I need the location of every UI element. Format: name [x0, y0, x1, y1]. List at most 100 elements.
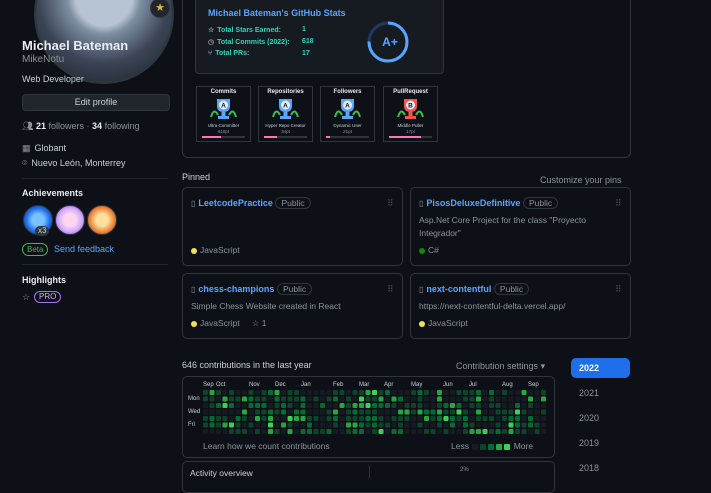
contribution-day-cell[interactable] [372, 396, 377, 402]
contribution-day-cell[interactable] [261, 390, 267, 395]
contribution-day-cell[interactable] [326, 429, 332, 434]
contribution-day-cell[interactable] [521, 390, 527, 395]
contribution-day-cell[interactable] [320, 416, 325, 421]
contribution-day-cell[interactable] [255, 396, 260, 402]
contribution-day-cell[interactable] [333, 390, 338, 395]
contribution-day-cell[interactable] [294, 409, 299, 415]
contribution-day-cell[interactable] [411, 390, 416, 395]
contribution-day-cell[interactable] [261, 409, 267, 415]
contribution-day-cell[interactable] [300, 429, 306, 434]
contribution-day-cell[interactable] [261, 403, 267, 408]
contribution-day-cell[interactable] [430, 429, 436, 434]
contribution-day-cell[interactable] [521, 403, 527, 408]
contribution-day-cell[interactable] [378, 396, 384, 402]
contribution-day-cell[interactable] [495, 403, 501, 408]
contribution-day-cell[interactable] [352, 403, 358, 408]
contribution-day-cell[interactable] [313, 403, 319, 408]
contribution-day-cell[interactable] [268, 396, 273, 402]
contribution-day-cell[interactable] [391, 396, 397, 402]
contribution-day-cell[interactable] [222, 429, 228, 434]
contribution-day-cell[interactable] [437, 416, 442, 421]
contribution-day-cell[interactable] [495, 396, 501, 402]
contribution-day-cell[interactable] [391, 403, 397, 408]
contribution-day-cell[interactable] [424, 396, 429, 402]
contribution-day-cell[interactable] [482, 390, 488, 395]
contribution-day-cell[interactable] [326, 403, 332, 408]
contribution-day-cell[interactable] [515, 422, 520, 428]
contribution-day-cell[interactable] [404, 409, 410, 415]
contribution-day-cell[interactable] [450, 429, 455, 434]
contribution-day-cell[interactable] [346, 396, 351, 402]
contribution-day-cell[interactable] [430, 403, 436, 408]
contribution-day-cell[interactable] [268, 429, 273, 434]
contribution-day-cell[interactable] [528, 416, 533, 421]
following-count[interactable]: 34 [92, 121, 102, 131]
contribution-day-cell[interactable] [320, 409, 325, 415]
contribution-day-cell[interactable] [359, 390, 364, 395]
contribution-day-cell[interactable] [300, 416, 306, 421]
following-label[interactable]: following [105, 121, 140, 131]
contribution-day-cell[interactable] [404, 416, 410, 421]
contribution-day-cell[interactable] [365, 396, 371, 402]
contribution-day-cell[interactable] [534, 390, 540, 395]
send-feedback-link[interactable]: Send feedback [54, 244, 114, 254]
contribution-day-cell[interactable] [222, 422, 228, 428]
contribution-day-cell[interactable] [339, 409, 345, 415]
contribution-day-cell[interactable] [404, 429, 410, 434]
contribution-day-cell[interactable] [417, 416, 423, 421]
contribution-day-cell[interactable] [443, 396, 449, 402]
contribution-day-cell[interactable] [417, 409, 423, 415]
contribution-day-cell[interactable] [508, 422, 514, 428]
contribution-day-cell[interactable] [385, 429, 390, 434]
contribution-day-cell[interactable] [294, 422, 299, 428]
contribution-day-cell[interactable] [274, 403, 280, 408]
contribution-day-cell[interactable] [372, 422, 377, 428]
contribution-day-cell[interactable] [437, 409, 442, 415]
contribution-day-cell[interactable] [450, 396, 455, 402]
achievement-badge-pull-shark[interactable] [87, 205, 117, 235]
contribution-day-cell[interactable] [417, 403, 423, 408]
contribution-day-cell[interactable] [469, 403, 475, 408]
repo-name-link[interactable]: PisosDeluxeDefinitive [426, 198, 520, 208]
contribution-day-cell[interactable] [339, 396, 345, 402]
contribution-day-cell[interactable] [346, 409, 351, 415]
contribution-day-cell[interactable] [430, 416, 436, 421]
contribution-day-cell[interactable] [333, 396, 338, 402]
contribution-day-cell[interactable] [489, 403, 494, 408]
contribution-day-cell[interactable] [313, 416, 319, 421]
contribution-day-cell[interactable] [469, 409, 475, 415]
contribution-day-cell[interactable] [261, 416, 267, 421]
contribution-day-cell[interactable] [515, 396, 520, 402]
contribution-day-cell[interactable] [469, 429, 475, 434]
contribution-day-cell[interactable] [482, 403, 488, 408]
contribution-day-cell[interactable] [274, 390, 280, 395]
contribution-day-cell[interactable] [456, 403, 462, 408]
contribution-day-cell[interactable] [216, 422, 221, 428]
contribution-day-cell[interactable] [203, 403, 208, 408]
contribution-day-cell[interactable] [268, 403, 273, 408]
contribution-day-cell[interactable] [398, 409, 403, 415]
contribution-day-cell[interactable] [203, 429, 208, 434]
contribution-day-cell[interactable] [313, 409, 319, 415]
contribution-day-cell[interactable] [203, 422, 208, 428]
contribution-day-cell[interactable] [365, 416, 371, 421]
contribution-day-cell[interactable] [495, 416, 501, 421]
contribution-day-cell[interactable] [534, 409, 540, 415]
contribution-day-cell[interactable] [235, 390, 241, 395]
repo-name-link[interactable]: next-contentful [426, 284, 491, 294]
contribution-day-cell[interactable] [476, 429, 481, 434]
contribution-day-cell[interactable] [307, 416, 312, 421]
contribution-day-cell[interactable] [216, 429, 221, 434]
contribution-day-cell[interactable] [326, 390, 332, 395]
contribution-day-cell[interactable] [404, 396, 410, 402]
contribution-day-cell[interactable] [378, 422, 384, 428]
contribution-day-cell[interactable] [424, 409, 429, 415]
contribution-day-cell[interactable] [346, 422, 351, 428]
contribution-day-cell[interactable] [229, 390, 234, 395]
contribution-day-cell[interactable] [417, 422, 423, 428]
contribution-day-cell[interactable] [385, 422, 390, 428]
contribution-day-cell[interactable] [333, 416, 338, 421]
contribution-day-cell[interactable] [222, 403, 228, 408]
contribution-day-cell[interactable] [411, 429, 416, 434]
contribution-day-cell[interactable] [248, 409, 254, 415]
